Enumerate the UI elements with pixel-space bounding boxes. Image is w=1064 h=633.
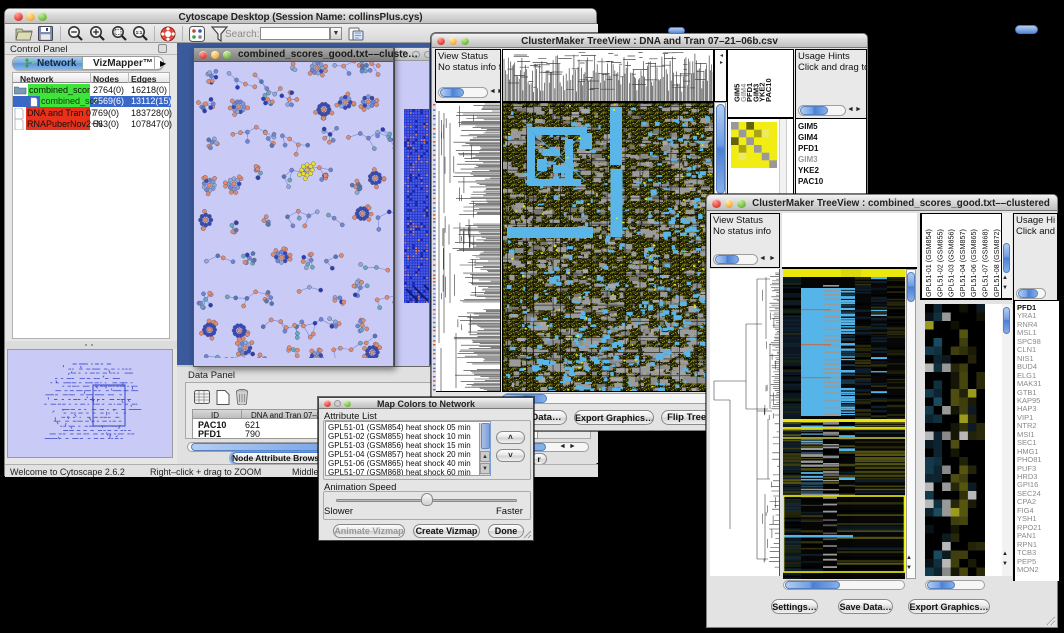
svg-text:GPL51-06 (GSM865): GPL51-06 (GSM865) [969,229,978,297]
svg-text:GPL51-08 (GSM872): GPL51-08 (GSM872) [992,229,1001,297]
svg-text:GPL51-01 (GSM854): GPL51-01 (GSM854) [924,229,933,297]
svg-text:1:1: 1:1 [136,30,143,35]
svg-text:PAC10: PAC10 [764,78,773,102]
svg-text:GPL51-02 (GSM855): GPL51-02 (GSM855) [935,229,944,297]
svg-text:GPL51-07 (GSM868): GPL51-07 (GSM868) [981,229,990,297]
svg-text:GPL51-03 (GSM856): GPL51-03 (GSM856) [947,229,956,297]
svg-text:GPL51-04 (GSM857): GPL51-04 (GSM857) [958,229,967,297]
